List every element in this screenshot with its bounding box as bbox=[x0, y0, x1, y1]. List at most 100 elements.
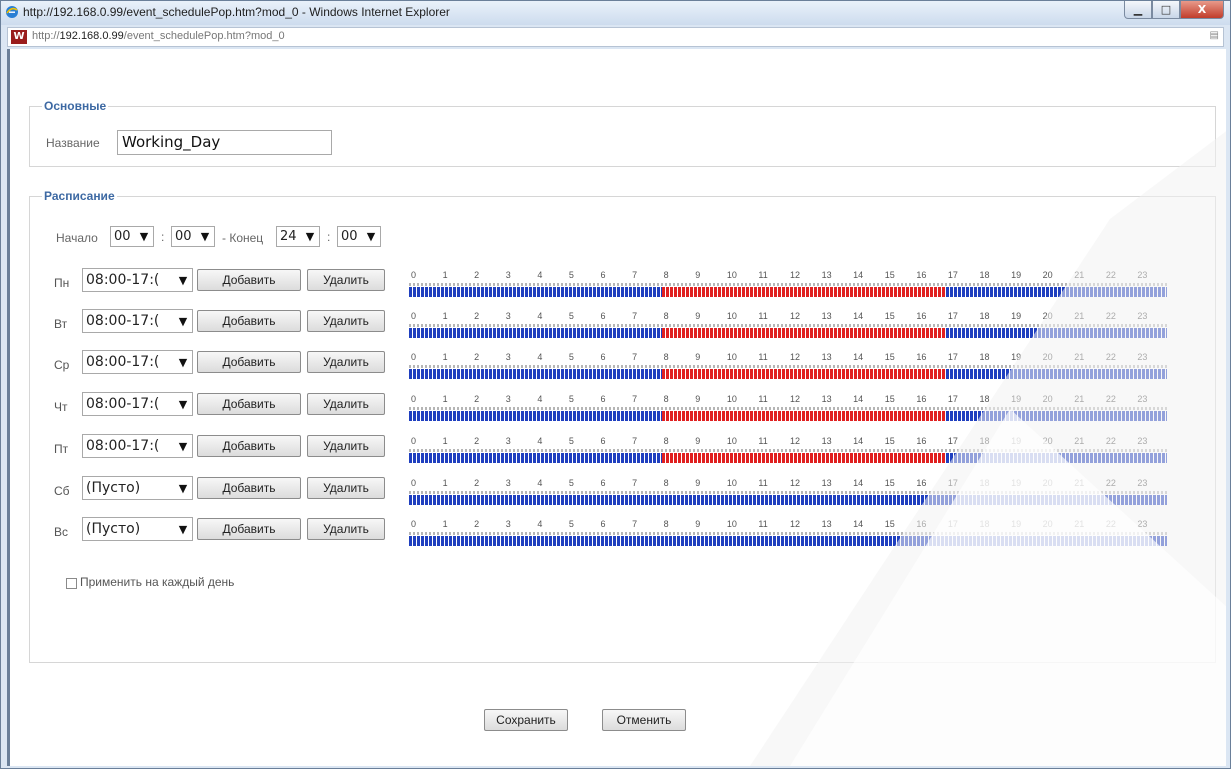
hour-tick-label: 11 bbox=[758, 352, 768, 362]
hour-tick-label: 7 bbox=[632, 270, 638, 280]
interval-select[interactable]: 08:00-17:(▼ bbox=[82, 309, 193, 333]
chevron-down-icon: ▼ bbox=[176, 354, 190, 371]
hour-tick-label: 11 bbox=[758, 436, 768, 446]
hour-tick-label: 7 bbox=[632, 436, 638, 446]
end-colon: : bbox=[327, 230, 331, 244]
hour-tick-label: 18 bbox=[979, 436, 990, 446]
timeline[interactable]: 0 1 2 3 4 5 6 7 8 9 10 11 12 13 14 15 16 17 18 19 20 21 22 23 bbox=[409, 311, 1167, 341]
address-bar[interactable]: W http://192.168.0.99/event_schedulePop.… bbox=[7, 27, 1224, 47]
interval-select[interactable]: (Пусто) ▼ bbox=[82, 517, 193, 541]
hour-tick-label: 21 bbox=[1074, 478, 1085, 488]
hour-tick-label: 3 bbox=[505, 478, 511, 488]
day-label: Вс bbox=[54, 525, 69, 539]
hour-tick-label: 8 bbox=[663, 311, 669, 321]
hour-tick-label: 10 bbox=[726, 478, 737, 488]
hour-tick-label: 9 bbox=[695, 270, 701, 280]
interval-select[interactable]: 08:00-17:(▼ bbox=[82, 392, 193, 416]
hour-tick-label: 12 bbox=[790, 478, 801, 488]
hour-tick-label: 20 bbox=[1042, 519, 1053, 529]
hour-tick-label: 9 bbox=[695, 436, 701, 446]
page-content: Основные Название Working_Day Расписание… bbox=[7, 49, 1226, 766]
hour-tick-label: 4 bbox=[537, 394, 543, 404]
hour-tick-label: 7 bbox=[632, 394, 638, 404]
hour-tick-label: 19 bbox=[1011, 352, 1022, 362]
timeline-hour-labels: 0 1 2 3 4 5 6 7 8 9 10 11 12 13 14 15 16 17 18 19 20 21 22 23 bbox=[409, 436, 1167, 448]
start-colon: : bbox=[161, 230, 165, 244]
hour-tick-label: 14 bbox=[853, 394, 864, 404]
delete-interval-button[interactable]: Удалить bbox=[307, 310, 385, 332]
hour-tick-label: 8 bbox=[663, 519, 669, 529]
minimize-button[interactable]: ▁ bbox=[1124, 1, 1152, 19]
chevron-down-icon: ▼ bbox=[176, 313, 190, 330]
cancel-button[interactable]: Отменить bbox=[602, 709, 686, 731]
hour-tick-label: 19 bbox=[1011, 436, 1022, 446]
interval-select[interactable]: 08:00-17:(▼ bbox=[82, 350, 193, 374]
delete-interval-button[interactable]: Удалить bbox=[307, 477, 385, 499]
hour-tick-label: 12 bbox=[790, 436, 801, 446]
hour-tick-label: 15 bbox=[884, 394, 895, 404]
hour-tick-label: 10 bbox=[726, 311, 737, 321]
day-label: Пт bbox=[54, 442, 69, 456]
hour-tick-label: 13 bbox=[821, 352, 832, 362]
hour-tick-label: 12 bbox=[790, 519, 801, 529]
inactive-segment bbox=[945, 287, 1167, 297]
hour-tick-label: 11 bbox=[758, 394, 768, 404]
timeline[interactable]: 0 1 2 3 4 5 6 7 8 9 10 11 12 13 14 15 16 17 18 19 20 21 22 23 bbox=[409, 394, 1167, 424]
address-url[interactable]: http://192.168.0.99/event_schedulePop.ht… bbox=[32, 30, 285, 42]
hour-tick-label: 1 bbox=[442, 478, 448, 488]
add-interval-button[interactable]: Добавить bbox=[197, 518, 301, 540]
close-button[interactable]: X bbox=[1180, 1, 1224, 19]
delete-interval-button[interactable]: Удалить bbox=[307, 435, 385, 457]
end-hour-select[interactable]: 24 ▼ bbox=[276, 226, 320, 247]
hour-tick-label: 14 bbox=[853, 311, 864, 321]
hour-tick-label: 1 bbox=[442, 270, 448, 280]
hour-tick-label: 13 bbox=[821, 394, 832, 404]
interval-value: 08:00-17:( bbox=[86, 438, 160, 454]
hour-tick-label: 8 bbox=[663, 352, 669, 362]
timeline[interactable]: 0 1 2 3 4 5 6 7 8 9 10 11 12 13 14 15 16 17 18 19 20 21 22 23 bbox=[409, 352, 1167, 382]
interval-select[interactable]: (Пусто) ▼ bbox=[82, 476, 193, 500]
timeline-dots bbox=[409, 324, 1167, 327]
name-label: Название bbox=[46, 136, 100, 150]
add-interval-button[interactable]: Добавить bbox=[197, 269, 301, 291]
hour-tick-label: 5 bbox=[568, 394, 574, 404]
end-minute-select[interactable]: 00 ▼ bbox=[337, 226, 381, 247]
hour-tick-label: 21 bbox=[1074, 519, 1085, 529]
timeline-hour-labels: 0 1 2 3 4 5 6 7 8 9 10 11 12 13 14 15 16 17 18 19 20 21 22 23 bbox=[409, 352, 1167, 364]
add-interval-button[interactable]: Добавить bbox=[197, 435, 301, 457]
url-prefix: http:// bbox=[32, 30, 60, 42]
apply-every-day-checkbox[interactable] bbox=[66, 578, 77, 589]
hour-tick-label: 3 bbox=[505, 270, 511, 280]
hour-tick-label: 11 bbox=[758, 519, 768, 529]
timeline[interactable]: 0 1 2 3 4 5 6 7 8 9 10 11 12 13 14 15 16 17 18 19 20 21 22 23 bbox=[409, 478, 1167, 508]
delete-interval-button[interactable]: Удалить bbox=[307, 269, 385, 291]
timeline-bars bbox=[409, 453, 1167, 463]
day-label: Сб bbox=[54, 484, 70, 498]
add-interval-button[interactable]: Добавить bbox=[197, 351, 301, 373]
timeline[interactable]: 0 1 2 3 4 5 6 7 8 9 10 11 12 13 14 15 16 17 18 19 20 21 22 23 bbox=[409, 519, 1167, 549]
start-minute-select[interactable]: 00 ▼ bbox=[171, 226, 215, 247]
add-interval-button[interactable]: Добавить bbox=[197, 310, 301, 332]
interval-select[interactable]: 08:00-17:(▼ bbox=[82, 268, 193, 292]
save-button[interactable]: Сохранить bbox=[484, 709, 568, 731]
delete-interval-button[interactable]: Удалить bbox=[307, 518, 385, 540]
start-hour-select[interactable]: 00 ▼ bbox=[110, 226, 154, 247]
delete-interval-button[interactable]: Удалить bbox=[307, 351, 385, 373]
maximize-button[interactable]: □ bbox=[1152, 1, 1180, 19]
hour-tick-label: 2 bbox=[474, 436, 480, 446]
start-hour-value: 00 bbox=[114, 229, 131, 244]
interval-select[interactable]: 08:00-17:(▼ bbox=[82, 434, 193, 458]
name-input[interactable]: Working_Day bbox=[117, 130, 332, 155]
inactive-segment bbox=[409, 495, 1167, 505]
day-label: Ср bbox=[54, 358, 70, 372]
add-interval-button[interactable]: Добавить bbox=[197, 477, 301, 499]
delete-interval-button[interactable]: Удалить bbox=[307, 393, 385, 415]
timeline[interactable]: 0 1 2 3 4 5 6 7 8 9 10 11 12 13 14 15 16 17 18 19 20 21 22 23 bbox=[409, 270, 1167, 300]
add-interval-button[interactable]: Добавить bbox=[197, 393, 301, 415]
hour-tick-label: 4 bbox=[537, 436, 543, 446]
chevron-down-icon: ▼ bbox=[176, 521, 190, 538]
hour-tick-label: 5 bbox=[568, 519, 574, 529]
timeline[interactable]: 0 1 2 3 4 5 6 7 8 9 10 11 12 13 14 15 16 17 18 19 20 21 22 23 bbox=[409, 436, 1167, 466]
hour-tick-label: 16 bbox=[916, 270, 927, 280]
hour-tick-label: 4 bbox=[537, 519, 543, 529]
